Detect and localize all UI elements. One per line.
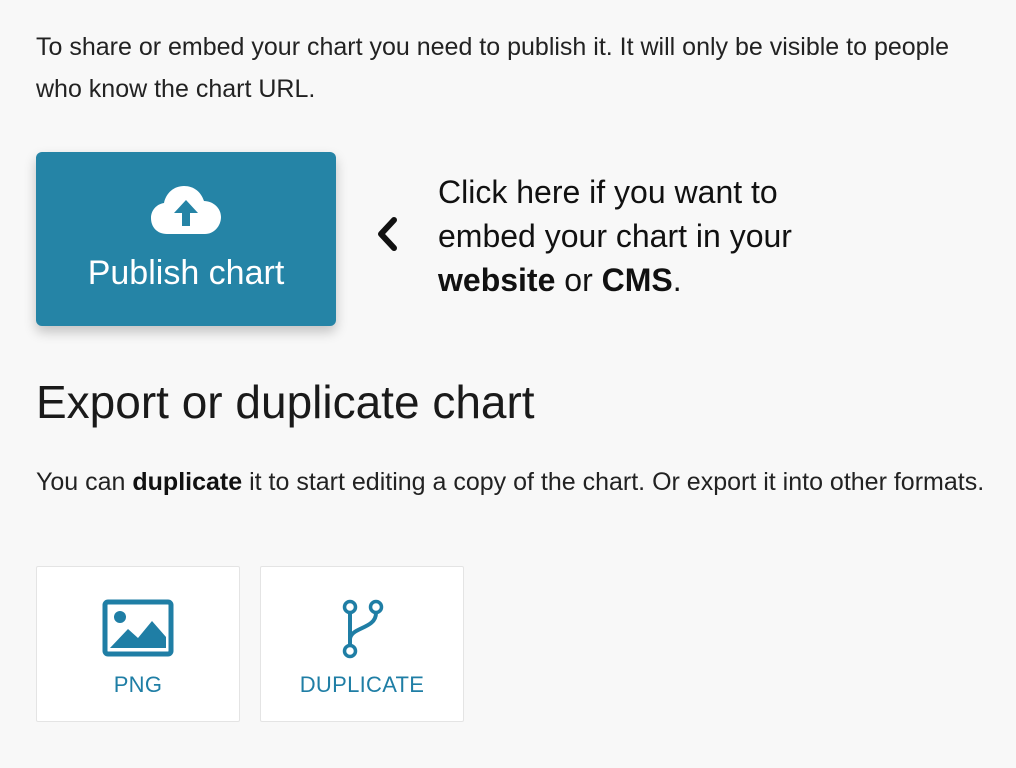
publish-chart-label: Publish chart: [87, 254, 285, 292]
image-icon: [102, 599, 174, 657]
duplicate-label: DUPLICATE: [299, 672, 425, 697]
export-section-title: Export or duplicate chart: [36, 376, 535, 428]
publish-hint-text: Click here if you want to embed your cha…: [438, 174, 792, 298]
cloud-upload-icon: [151, 186, 221, 234]
publish-chart-button[interactable]: Publish chart: [36, 152, 336, 326]
hint-website-bold: website: [438, 262, 556, 298]
code-fork-icon: [342, 599, 384, 659]
export-description: You can duplicate it to start editing a …: [36, 468, 985, 496]
duplicate-button[interactable]: DUPLICATE: [260, 566, 464, 722]
hint-cms-bold: CMS: [601, 262, 673, 298]
export-png-button[interactable]: PNG: [36, 566, 240, 722]
publish-intro-text: To share or embed your chart you need to…: [36, 33, 950, 103]
chevron-left-icon: [378, 217, 397, 251]
duplicate-bold: duplicate: [132, 468, 243, 496]
png-label: PNG: [113, 672, 163, 697]
